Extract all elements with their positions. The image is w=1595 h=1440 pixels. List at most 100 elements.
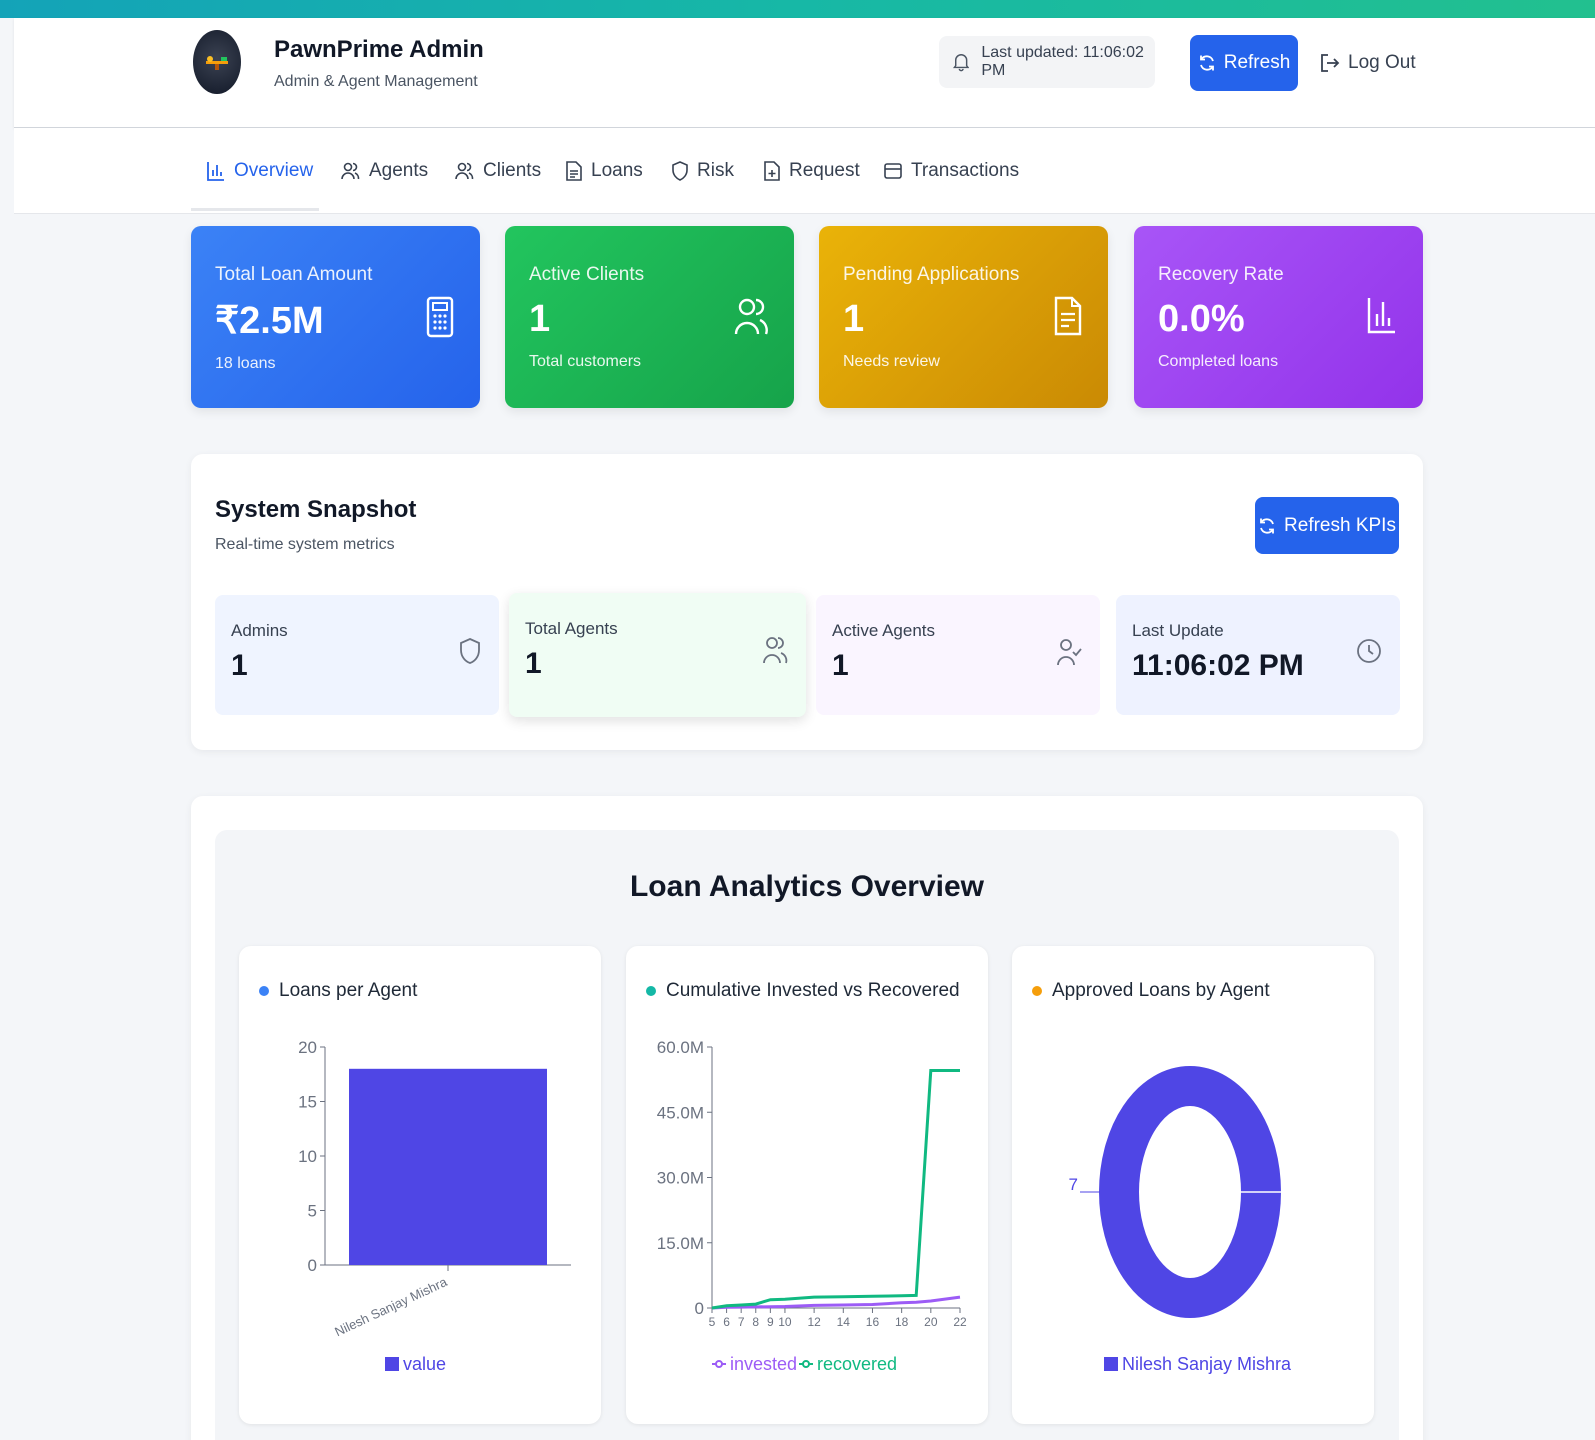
y-tick-label: 60.0M <box>657 1038 704 1057</box>
users-icon <box>734 298 768 335</box>
users-icon <box>341 162 360 180</box>
shield-icon <box>460 638 480 664</box>
tab-transactions[interactable]: Transactions <box>884 156 1019 186</box>
panel-title: System Snapshot <box>215 496 417 523</box>
legend-label: recovered <box>817 1354 897 1374</box>
logout-label: Log Out <box>1348 52 1416 73</box>
refresh-kpis-button[interactable]: Refresh KPIs <box>1255 497 1399 554</box>
x-tick-label: 12 <box>807 1315 821 1329</box>
analytics-title: Loan Analytics Overview <box>629 870 985 903</box>
kpi-label: Recovery Rate <box>1158 264 1284 285</box>
chart-card-approved-loans: Approved Loans by Agent 7 Nilesh Sanjay M… <box>1012 946 1374 1424</box>
donut-chart: 7 Nilesh Sanjay Mishra <box>1069 1066 1292 1374</box>
top-accent-strip <box>0 0 1595 18</box>
legend-swatch <box>385 1357 399 1371</box>
y-tick-label: 30.0M <box>657 1169 704 1188</box>
nav-tabs: Overview Agents Clients Loans Risk Reque… <box>14 128 1595 214</box>
x-tick-label: Nilesh Sanjay Mishra <box>332 1274 450 1340</box>
x-tick-label: 18 <box>895 1315 909 1329</box>
app-title: PawnPrime Admin <box>274 36 484 63</box>
x-tick-label: 16 <box>866 1315 880 1329</box>
bell-icon <box>953 54 970 72</box>
kpi-card-pending-applications: Pending Applications 1 Needs review <box>819 226 1108 408</box>
y-tick-label: 0 <box>308 1256 317 1275</box>
kpi-sub: 18 loans <box>215 355 276 372</box>
kpi-sub: Total customers <box>529 353 642 370</box>
series-line-invested <box>711 1295 961 1310</box>
shield-icon <box>672 161 688 181</box>
tab-clients[interactable]: Clients <box>454 156 541 186</box>
tab-label: Clients <box>483 160 542 181</box>
tab-label: Request <box>789 160 860 181</box>
refresh-kpis-label: Refresh KPIs <box>1284 514 1396 536</box>
loan-analytics-panel: Loan Analytics Overview Loans per Agent … <box>191 796 1423 1440</box>
legend-label: value <box>403 1354 446 1374</box>
file-text-icon <box>1054 296 1082 336</box>
logout-button[interactable]: Log Out <box>1320 35 1420 91</box>
calculator-icon <box>426 296 454 338</box>
brand-logo <box>193 30 241 94</box>
y-tick-label: 45.0M <box>657 1103 704 1122</box>
chart-card-cumulative: Cumulative Invested vs Recovered 0 15.0M 3… <box>626 946 988 1424</box>
x-tick-label: 6 <box>723 1315 730 1329</box>
tab-loans[interactable]: Loans <box>566 156 643 186</box>
file-text-icon <box>566 161 582 181</box>
kpi-label: Total Loan Amount <box>215 264 373 285</box>
tab-agents[interactable]: Agents <box>340 156 428 186</box>
users-icon <box>763 637 788 664</box>
snapshot-card-last-update: Last Update 11:06:02 PM <box>1116 595 1400 715</box>
y-tick-label: 0 <box>695 1299 704 1318</box>
tab-overview[interactable]: Overview <box>207 156 313 186</box>
refresh-icon <box>1199 55 1214 71</box>
y-tick-label: 10 <box>298 1147 317 1166</box>
last-updated-indicator: Last updated: 11:06:02 PM <box>939 36 1155 88</box>
donut-slice <box>1099 1066 1281 1318</box>
panel-subtitle: Real-time system metrics <box>215 536 395 553</box>
snapshot-value: 1 <box>525 647 542 680</box>
chart-card-loans-per-agent: Loans per Agent 0 5 10 15 20 Nilesh Sanjay Mi… <box>239 946 601 1424</box>
bar-chart-icon <box>1367 298 1395 334</box>
analytics-inner: Loan Analytics Overview Loans per Agent … <box>215 830 1399 1440</box>
tab-risk[interactable]: Risk <box>672 156 734 186</box>
refresh-button[interactable]: Refresh <box>1190 35 1298 91</box>
snapshot-card-admins: Admins 1 <box>215 595 499 715</box>
credit-card-icon <box>884 163 902 179</box>
x-tick-label: 14 <box>837 1315 851 1329</box>
snapshot-value: 1 <box>832 649 849 682</box>
legend-marker <box>715 1360 723 1368</box>
refresh-label: Refresh <box>1223 52 1291 73</box>
kpi-label: Active Clients <box>529 264 645 285</box>
system-snapshot-panel: System Snapshot Real-time system metrics… <box>191 454 1423 750</box>
x-tick-label: 20 <box>924 1315 938 1329</box>
snapshot-label: Admins <box>231 621 288 640</box>
x-tick-label: 8 <box>752 1315 759 1329</box>
bar-chart: 0 5 10 15 20 Nilesh Sanjay Mishra value <box>298 1038 571 1374</box>
kpi-sub: Needs review <box>843 353 940 370</box>
kpi-card-total-loan-amount: Total Loan Amount ₹2.5M 18 loans <box>191 226 480 408</box>
snapshot-value: 1 <box>231 649 248 682</box>
legend-label: Nilesh Sanjay Mishra <box>1122 1354 1292 1374</box>
x-tick-label: 7 <box>738 1315 745 1329</box>
snapshot-label: Active Agents <box>832 621 936 640</box>
file-plus-icon <box>764 161 780 181</box>
x-tick-label: 9 <box>767 1315 774 1329</box>
user-check-icon <box>1057 639 1082 666</box>
tab-request[interactable]: Request <box>764 156 860 186</box>
bar-chart-icon <box>207 162 224 181</box>
clock-icon <box>1357 639 1381 663</box>
logout-icon <box>1321 54 1340 72</box>
snapshot-label: Total Agents <box>525 619 618 638</box>
bar <box>349 1068 547 1265</box>
y-tick-label: 5 <box>308 1202 317 1221</box>
series-line-recovered <box>711 1069 960 1310</box>
refresh-icon <box>1260 517 1274 534</box>
kpi-card-active-clients: Active Clients 1 Total customers <box>505 226 794 408</box>
tab-label: Transactions <box>911 160 1020 181</box>
x-tick-label: 10 <box>778 1315 792 1329</box>
y-tick-label: 20 <box>298 1038 317 1057</box>
tab-label: Overview <box>234 160 314 181</box>
legend-label: invested <box>730 1354 797 1374</box>
snapshot-label: Last Update <box>1132 621 1224 640</box>
snapshot-card-total-agents: Total Agents 1 <box>509 593 806 717</box>
snapshot-value: 11:06:02 PM <box>1132 649 1304 682</box>
